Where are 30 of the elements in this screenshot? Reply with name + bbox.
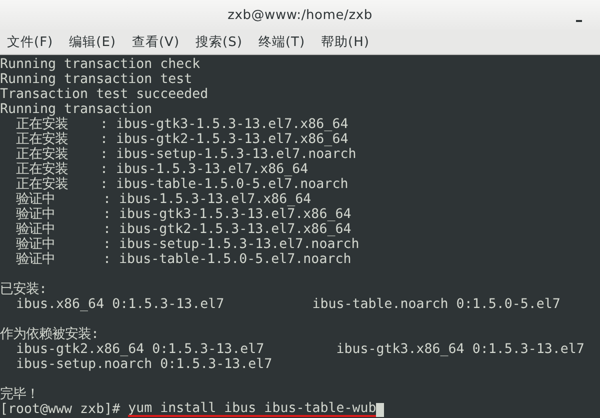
terminal-line: 正在安装 : ibus-setup-1.5.3-13.el7.noarch <box>15 147 356 162</box>
terminal-line: Running transaction <box>0 102 152 117</box>
terminal-line: 作为依赖被安装: <box>0 327 100 342</box>
menu-item[interactable]: 查看(V) <box>132 33 180 51</box>
terminal-line: 完毕！ <box>0 387 39 402</box>
terminal-line: ibus.x86_64 0:1.5.3-13.el7 ibus-table.noarch 0:1.5.0-5.el7 <box>15 297 560 312</box>
terminal-line: 验证中 : ibus-setup-1.5.3-13.el7.noarch <box>15 237 360 252</box>
terminal-line: 验证中 : ibus-1.5.3-13.el7.x86_64 <box>15 192 312 207</box>
menu-item[interactable]: 帮助(H) <box>321 33 370 51</box>
typed-command: yum install ibus ibus-table-wub <box>128 402 376 417</box>
terminal-line: 正在安装 : ibus-table-1.5.0-5.el7.noarch <box>15 177 348 192</box>
terminal-line: Transaction test succeeded <box>0 87 208 102</box>
terminal-line: 正在安装 : ibus-gtk3-1.5.3-13.el7.x86_64 <box>15 117 348 132</box>
menu-item[interactable]: 搜索(S) <box>196 33 242 51</box>
menu-item[interactable]: 终端(T) <box>258 33 306 51</box>
terminal-line: 验证中 : ibus-gtk2-1.5.3-13.el7.x86_64 <box>15 222 352 237</box>
terminal-line: Running transaction test <box>0 72 192 87</box>
menu-item[interactable]: 编辑(E) <box>69 33 116 51</box>
terminal-line: Running transaction check <box>0 57 200 72</box>
menu-item[interactable]: 文件(F) <box>7 33 54 51</box>
terminal-line: 已安装: <box>0 282 48 297</box>
text-cursor <box>376 402 384 416</box>
terminal-line: ibus-gtk2.x86_64 0:1.5.3-13.el7 ibus-gtk3.x86_64 0:1.5.3-13.el7 <box>15 342 584 357</box>
terminal-line: 验证中 : ibus-gtk3-1.5.3-13.el7.x86_64 <box>15 207 352 222</box>
terminal-line: 正在安装 : ibus-gtk2-1.5.3-13.el7.x86_64 <box>15 132 348 147</box>
window-title: zxb@www:/home/zxb <box>228 8 372 22</box>
terminal-line: ibus-setup.noarch 0:1.5.3-13.el7 <box>15 357 272 372</box>
terminal-line: 正在安装 : ibus-1.5.3-13.el7.x86_64 <box>15 162 308 177</box>
shell-prompt: [root@www zxb]# <box>0 402 120 417</box>
terminal-line: 验证中 : ibus-table-1.5.0-5.el7.noarch <box>15 252 352 267</box>
